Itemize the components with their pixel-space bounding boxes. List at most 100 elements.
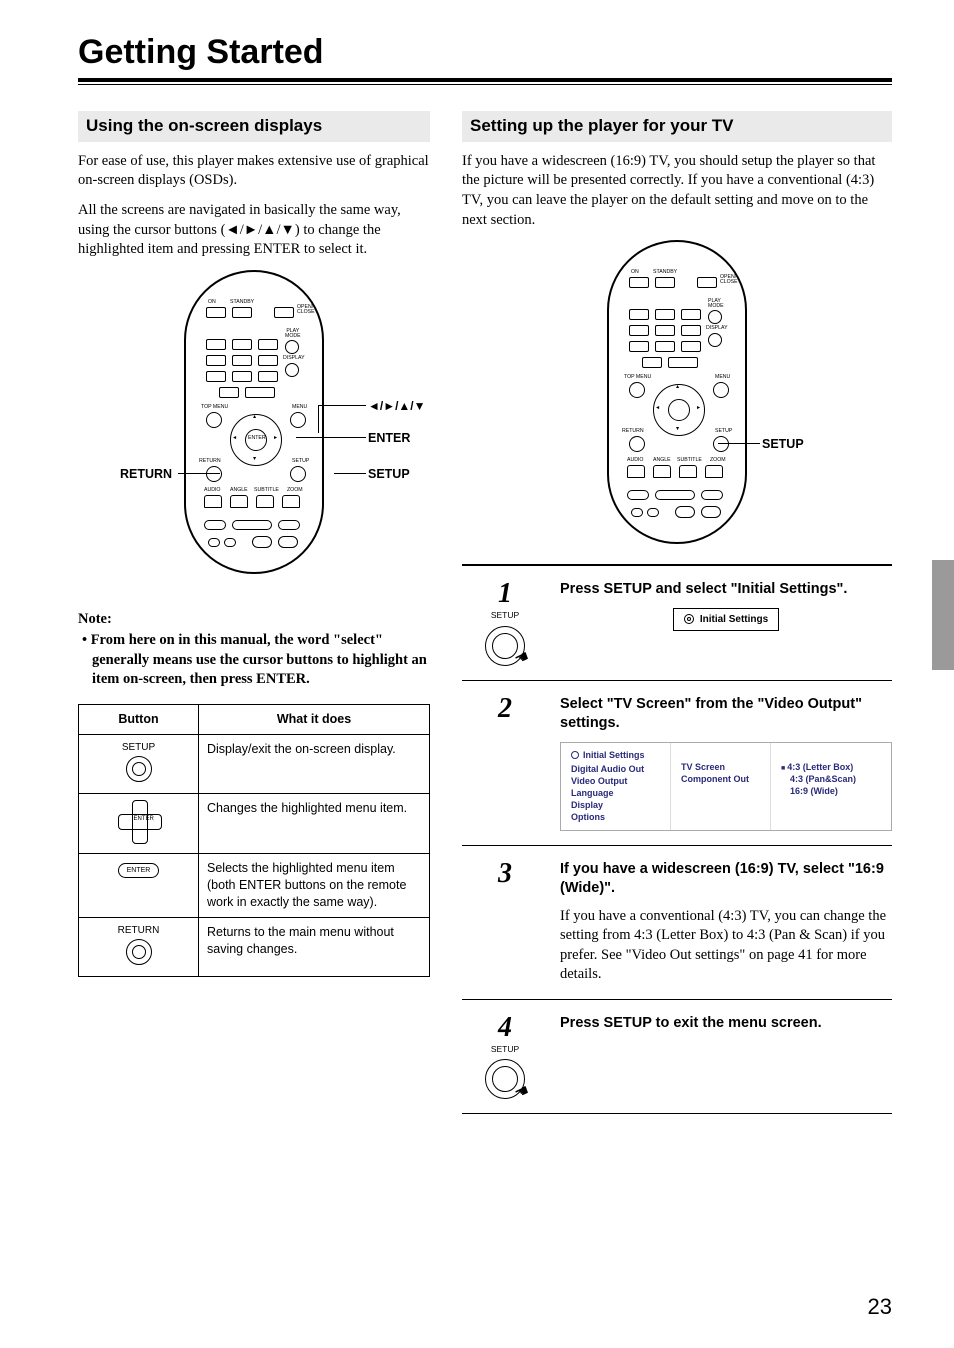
label-subtitle: SUBTITLE: [254, 488, 279, 493]
step-4-number: 4: [498, 1014, 512, 1042]
section-heading-tv: Setting up the player for your TV: [462, 111, 892, 142]
row-dpad-icon: ENTER: [79, 794, 199, 854]
step-1-number: 1: [498, 580, 512, 608]
press-setup-icon: ☚: [485, 626, 525, 666]
section-heading-osd: Using the on-screen displays: [78, 111, 430, 142]
step-4: 4 SETUP ☚ Press SETUP to exit the menu s…: [462, 1000, 892, 1114]
label-playmode: PLAY MODE: [285, 329, 301, 339]
row-dpad-desc: Changes the highlighted menu item.: [199, 794, 430, 854]
btn-prev2: [208, 538, 220, 547]
btn-setup: [290, 466, 306, 482]
leader-return: [178, 473, 220, 474]
btn-open: [274, 307, 294, 318]
btn-return: [206, 466, 222, 482]
btn-3: [258, 339, 278, 350]
btn-zoom: [282, 495, 300, 508]
callout-setup-right: SETUP: [762, 436, 804, 453]
initial-settings-chip: Initial Settings: [673, 608, 779, 632]
step-3: 3 If you have a widescreen (16:9) TV, se…: [462, 846, 892, 1000]
leader-setup: [334, 473, 366, 474]
leader-cursors: [318, 405, 366, 406]
osd-c1-2: Language: [571, 787, 660, 799]
hand-icon: ☚: [511, 646, 533, 672]
th-desc: What it does: [199, 704, 430, 734]
btn-7: [206, 371, 226, 382]
callout-enter: ENTER: [368, 430, 410, 447]
row-setup-desc: Display/exit the on-screen display.: [199, 734, 430, 793]
osd-c2-1: Component Out: [681, 773, 760, 785]
step-4-caption: SETUP: [491, 1044, 519, 1055]
steps-list: 1 SETUP ☚ Press SETUP and select "Initia…: [462, 564, 892, 1114]
remote-diagram-left: ON STANDBY OPEN/ CLOSE: [78, 270, 430, 580]
step-3-head: If you have a widescreen (16:9) TV, sele…: [560, 860, 892, 899]
callout-setup: SETUP: [368, 466, 410, 483]
osd-c3-1: 4:3 (Pan&Scan): [781, 773, 881, 785]
label-angle: ANGLE: [230, 488, 248, 493]
btn-angle: [230, 495, 248, 508]
label-setup: SETUP: [292, 459, 309, 464]
step-2: 2 Select "TV Screen" from the "Video Out…: [462, 681, 892, 846]
btn-0: [219, 387, 239, 398]
leader-enter: [296, 437, 366, 438]
enter-icon: ENTER: [118, 863, 160, 878]
osd-para-1: For ease of use, this player makes exten…: [78, 152, 430, 191]
osd-c3-0: 4:3 (Letter Box): [787, 762, 853, 772]
btn-9: [258, 371, 278, 382]
label-on: ON: [208, 300, 216, 305]
step-2-number: 2: [498, 695, 512, 723]
page-number: 23: [868, 1292, 892, 1322]
btn-topmenu: [206, 412, 222, 428]
btn-play: [232, 520, 272, 530]
side-tab: [932, 560, 954, 670]
chapter-title: Getting Started: [78, 30, 892, 82]
row-return-label: RETURN: [87, 924, 190, 938]
osd-c1-0: Digital Audio Out: [571, 763, 660, 775]
return-knob-icon: [126, 939, 152, 965]
tv-para: If you have a widescreen (16:9) TV, you …: [462, 152, 892, 230]
step-3-number: 3: [498, 860, 512, 888]
btn-5: [232, 355, 252, 366]
btn-standby: [232, 307, 252, 318]
btn-2: [232, 339, 252, 350]
osd-para-2: All the screens are navigated in basical…: [78, 201, 430, 260]
row-enter-icon: ENTER: [79, 854, 199, 918]
dpad-icon: ENTER: [118, 800, 160, 842]
remote-diagram-right: ON STANDBY OPEN/ CLOSE: [462, 240, 892, 550]
label-menu: MENU: [292, 405, 307, 410]
step-1: 1 SETUP ☚ Press SETUP and select "Initia…: [462, 564, 892, 680]
btn-on: [206, 307, 226, 318]
btn-playmode: [285, 340, 299, 354]
step-3-text: If you have a conventional (4:3) TV, you…: [560, 907, 892, 985]
leader-setup-right: [718, 443, 760, 444]
btn-ff: [278, 536, 298, 548]
note-body: From here on in this manual, the word "s…: [78, 631, 430, 690]
osd-title: Initial Settings: [583, 749, 645, 761]
disc-icon: [684, 614, 694, 624]
left-column: Using the on-screen displays For ease of…: [78, 111, 430, 1114]
btn-display: [285, 363, 299, 377]
row-enter-desc: Selects the highlighted menu item (both …: [199, 854, 430, 918]
btn-1: [206, 339, 226, 350]
remote-outline: ON STANDBY OPEN/ CLOSE: [184, 270, 324, 574]
dpad-enter-label: ENTER: [248, 436, 266, 441]
label-standby: STANDBY: [230, 300, 254, 305]
btn-menu: [290, 412, 306, 428]
btn-6: [258, 355, 278, 366]
osd-panel: Initial Settings Digital Audio Out Video…: [560, 742, 892, 831]
osd-c1-3: Display: [571, 799, 660, 811]
title-rule: [78, 84, 892, 85]
osd-c1-1: Video Output: [571, 775, 660, 787]
remote-outline-2: ON STANDBY OPEN/ CLOSE: [607, 240, 747, 544]
label-display: DISPLAY: [283, 356, 305, 361]
btn-8: [232, 371, 252, 382]
btn-pause: [278, 520, 300, 530]
step-1-head: Press SETUP and select "Initial Settings…: [560, 580, 892, 600]
chip-label: Initial Settings: [700, 613, 768, 627]
label-open: OPEN/ CLOSE: [297, 305, 315, 315]
btn-subtitle: [256, 495, 274, 508]
btn-4: [206, 355, 226, 366]
hand-icon: ☚: [511, 1080, 533, 1106]
step-2-head: Select "TV Screen" from the "Video Outpu…: [560, 695, 892, 734]
step-4-head: Press SETUP to exit the menu screen.: [560, 1014, 892, 1034]
row-return-icon: RETURN: [79, 917, 199, 976]
